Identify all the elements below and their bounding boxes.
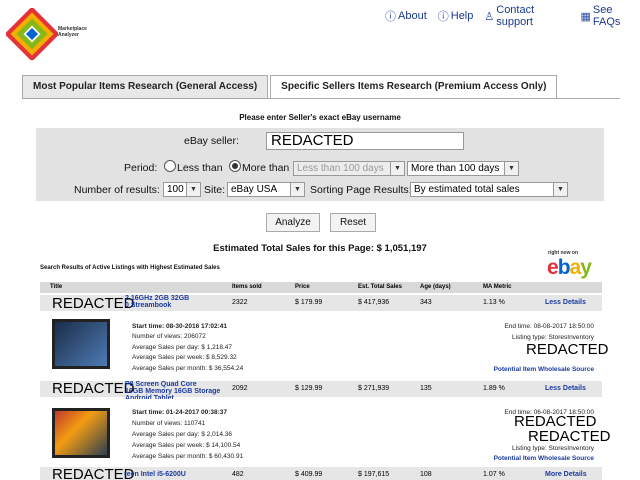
sorting-select[interactable]: By estimated total sales ▼ <box>410 182 568 197</box>
results-label: Number of results: <box>74 184 160 196</box>
col-est-total: Est. Total Sales <box>358 284 402 290</box>
tab-specific-sellers[interactable]: Specific Sellers Items Research (Premium… <box>270 75 558 99</box>
sorting-label: Sorting Page Results: <box>310 184 412 196</box>
price: $ 129.99 <box>295 385 323 392</box>
items-sold: 482 <box>232 471 244 478</box>
estimated-total-sales: Estimated Total Sales for this Page: $ 1… <box>213 243 427 254</box>
less-than-label: Less than <box>177 162 223 174</box>
item-thumbnail[interactable] <box>52 319 110 369</box>
chevron-down-icon: ▼ <box>504 162 518 175</box>
sales-per-week: Average Sales per week: $ 14,100.54 <box>132 442 241 449</box>
start-time: Start time: 01-24-2017 00:38:37 <box>132 409 228 416</box>
site-label: Site: <box>204 184 226 196</box>
see-faqs-link[interactable]: ▦ See FAQs <box>581 4 640 28</box>
help-icon: ⓘ <box>437 11 449 23</box>
item-title-link[interactable]: 2.16GHz 2GB 32GB 0 Streambook <box>125 295 235 309</box>
period-label: Period: <box>124 162 158 174</box>
seller-input[interactable]: REDACTED <box>266 132 464 150</box>
redacted-seller: REDACTED <box>514 413 597 430</box>
wholesale-source-link[interactable]: Potential Item Wholesale Source <box>494 366 594 373</box>
tab-divider <box>22 98 620 99</box>
less-than-select[interactable]: Less than 100 days ▼ <box>293 161 405 176</box>
col-ma-metric: MA Metric <box>483 284 512 290</box>
age: 135 <box>420 385 432 392</box>
help-link[interactable]: ⓘ Help <box>438 4 474 28</box>
sales-per-day: Average Sales per day: $ 1,218.47 <box>132 344 232 351</box>
sales-per-month: Average Sales per month: $ 60,430.91 <box>132 453 244 460</box>
less-than-radio[interactable] <box>164 160 176 172</box>
start-time: Start time: 08-30-2016 17:02:41 <box>132 323 228 330</box>
contact-support-link[interactable]: ♙ Contact support <box>484 4 569 28</box>
items-sold: 2092 <box>232 385 248 392</box>
chevron-down-icon: ▼ <box>290 183 304 196</box>
item-details: Start time: 08-30-2016 17:02:41 Number o… <box>40 313 609 379</box>
age: 343 <box>420 299 432 306</box>
price: $ 409.99 <box>295 471 323 478</box>
info-icon: ⓘ <box>385 11 396 23</box>
price: $ 179.99 <box>295 299 323 306</box>
seller-label: eBay seller: <box>184 135 239 147</box>
about-link[interactable]: ⓘ About <box>385 4 427 28</box>
est-total: $ 197,615 <box>358 471 390 478</box>
top-links: ⓘ About ⓘ Help ♙ Contact support ▦ See FAQs <box>385 4 640 28</box>
listing-type: Listing type: StoresInventory <box>511 334 594 341</box>
table-row[interactable]: REDACTED 2.16GHz 2GB 32GB 0 Streambook 23… <box>40 295 602 311</box>
ma-metric: 1.13 % <box>483 299 505 306</box>
less-details-link[interactable]: Less Details <box>545 385 586 392</box>
redacted-seller-2: REDACTED <box>528 428 611 445</box>
ebay-logo[interactable]: ebay <box>547 256 592 280</box>
col-price: Price <box>295 284 310 290</box>
wholesale-source-link[interactable]: Potential Item Wholesale Source <box>494 455 594 462</box>
redacted-title: REDACTED <box>52 380 135 397</box>
est-total: $ 417,936 <box>358 299 390 306</box>
research-tabs: Most Popular Items Research (General Acc… <box>22 75 559 99</box>
logo-text: Marketplace Analyzer <box>58 26 87 38</box>
sales-per-day: Average Sales per day: $ 2,014.36 <box>132 431 232 438</box>
item-thumbnail[interactable] <box>52 408 110 458</box>
sales-per-month: Average Sales per month: $ 36,554.24 <box>132 365 244 372</box>
user-icon: ♙ <box>484 10 495 23</box>
reset-button[interactable]: Reset <box>330 213 376 232</box>
tab-most-popular[interactable]: Most Popular Items Research (General Acc… <box>22 75 269 99</box>
chevron-down-icon: ▼ <box>553 183 567 196</box>
age: 108 <box>420 471 432 478</box>
table-row[interactable]: REDACTED P8 Screen Quad Core 16GB Memory … <box>40 380 602 402</box>
col-title: Title <box>50 284 63 290</box>
redacted-title: REDACTED <box>52 295 135 312</box>
views: Number of views: 206072 <box>132 333 206 340</box>
more-than-select[interactable]: More than 100 days ▼ <box>407 161 519 176</box>
table-row[interactable]: REDACTED reen Intel i5-6200U 482 $ 409.9… <box>40 467 602 480</box>
results-select[interactable]: 100 ▼ <box>163 182 201 197</box>
results-heading: Search Results of Active Listings with H… <box>40 265 220 271</box>
grid-icon: ▦ <box>580 10 591 23</box>
redacted-title: REDACTED <box>52 466 135 480</box>
views: Number of views: 110741 <box>132 420 206 427</box>
chevron-down-icon: ▼ <box>390 162 404 175</box>
col-age: Age (days) <box>420 284 451 290</box>
end-time: End time: 08-08-2017 18:50:00 <box>504 323 594 330</box>
listing-type: Listing type: StoresInventory <box>511 445 594 452</box>
chevron-down-icon: ▼ <box>186 183 200 196</box>
results-table-header: Title Items sold Price Est. Total Sales … <box>40 282 602 293</box>
items-sold: 2322 <box>232 299 248 306</box>
col-items-sold: Items sold <box>232 284 262 290</box>
sales-per-week: Average Sales per week: $ 8,529.32 <box>132 354 237 361</box>
est-total: $ 271,939 <box>358 385 390 392</box>
more-than-label: More than <box>242 162 290 174</box>
marketplace-analyzer-logo[interactable] <box>6 8 58 60</box>
more-than-radio[interactable] <box>229 160 241 172</box>
more-details-link[interactable]: More Details <box>545 471 587 478</box>
search-form: eBay seller: REDACTED Period: Less than … <box>36 128 604 201</box>
site-select[interactable]: eBay USA ▼ <box>227 182 305 197</box>
redacted-seller: REDACTED <box>526 341 609 358</box>
item-title-link[interactable]: reen Intel i5-6200U <box>124 471 234 478</box>
ma-metric: 1.07 % <box>483 471 505 478</box>
analyze-button[interactable]: Analyze <box>266 213 320 232</box>
ma-metric: 1.89 % <box>483 385 505 392</box>
less-details-link[interactable]: Less Details <box>545 299 586 306</box>
instruction-text: Please enter Seller's exact eBay usernam… <box>239 113 401 122</box>
item-details: Start time: 01-24-2017 00:38:37 Number o… <box>40 399 611 465</box>
